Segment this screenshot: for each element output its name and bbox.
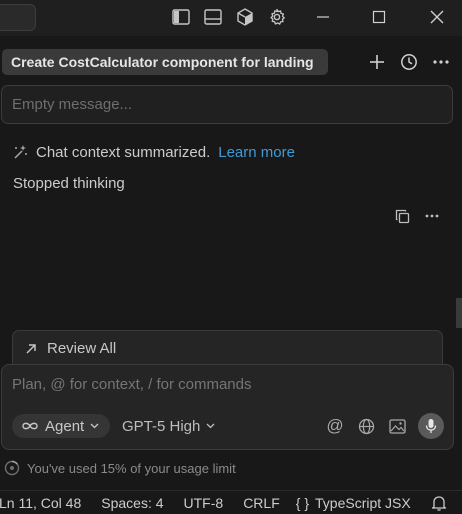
toggle-panel-icon[interactable] [202, 6, 224, 28]
plus-icon[interactable] [366, 51, 388, 73]
line-ending-setting[interactable]: CRLF [243, 495, 280, 511]
agent-mode-selector[interactable]: Agent [12, 414, 110, 438]
language-braces-icon: { } [295, 494, 309, 511]
scrollbar-thumb[interactable] [456, 298, 462, 328]
microphone-button[interactable] [418, 413, 444, 439]
cube-icon[interactable] [234, 6, 256, 28]
indentation-setting[interactable]: Spaces: 4 [101, 495, 163, 511]
learn-more-link[interactable]: Learn more [218, 144, 295, 161]
composer-input[interactable] [12, 376, 432, 393]
microphone-icon [425, 418, 437, 434]
gear-icon[interactable] [266, 6, 288, 28]
bell-icon[interactable] [431, 495, 447, 511]
at-symbol: @ [326, 416, 344, 435]
usage-gauge-icon [4, 460, 20, 476]
title-bar [0, 0, 462, 36]
chevron-down-icon [206, 423, 215, 429]
at-mention-icon[interactable]: @ [324, 415, 346, 437]
review-all-button[interactable]: Review All [12, 330, 443, 366]
history-icon[interactable] [398, 51, 420, 73]
review-all-label: Review All [47, 340, 117, 357]
minimize-icon[interactable] [312, 6, 334, 28]
empty-message-box[interactable]: Empty message... [1, 85, 453, 124]
message-more-icon[interactable] [422, 206, 442, 226]
encoding-setting[interactable]: UTF-8 [184, 495, 224, 511]
agent-mode-label: Agent [45, 417, 85, 435]
copy-icon[interactable] [392, 206, 412, 226]
toggle-primary-sidebar-icon[interactable] [170, 6, 192, 28]
usage-limit-row: You've used 15% of your usage limit [4, 460, 236, 476]
more-icon[interactable] [430, 51, 452, 73]
sparkle-icon [12, 144, 28, 160]
language-mode[interactable]: TypeScript JSX [315, 495, 411, 511]
infinity-icon [21, 421, 39, 431]
arrow-up-right-icon [25, 343, 37, 355]
chevron-down-icon [90, 423, 99, 429]
image-icon[interactable] [386, 415, 408, 437]
status-bar: Ln 11, Col 48 Spaces: 4 UTF-8 CRLF { } T… [0, 490, 462, 514]
cursor-position[interactable]: Ln 11, Col 48 [0, 495, 81, 511]
stopped-thinking-text: Stopped thinking [13, 175, 125, 192]
model-label: GPT-5 High [122, 417, 201, 435]
composer: Agent GPT-5 High @ [1, 364, 454, 450]
chat-title-tab[interactable]: Create CostCalculator component for land… [2, 49, 328, 75]
context-summary-row: Chat context summarized. Learn more [12, 142, 295, 162]
close-icon[interactable] [426, 6, 448, 28]
command-center-search[interactable] [0, 4, 36, 31]
usage-text: You've used 15% of your usage limit [27, 460, 236, 476]
globe-icon[interactable] [355, 415, 377, 437]
summary-text: Chat context summarized. [36, 143, 211, 161]
maximize-icon[interactable] [368, 6, 390, 28]
model-selector[interactable]: GPT-5 High [122, 414, 215, 438]
